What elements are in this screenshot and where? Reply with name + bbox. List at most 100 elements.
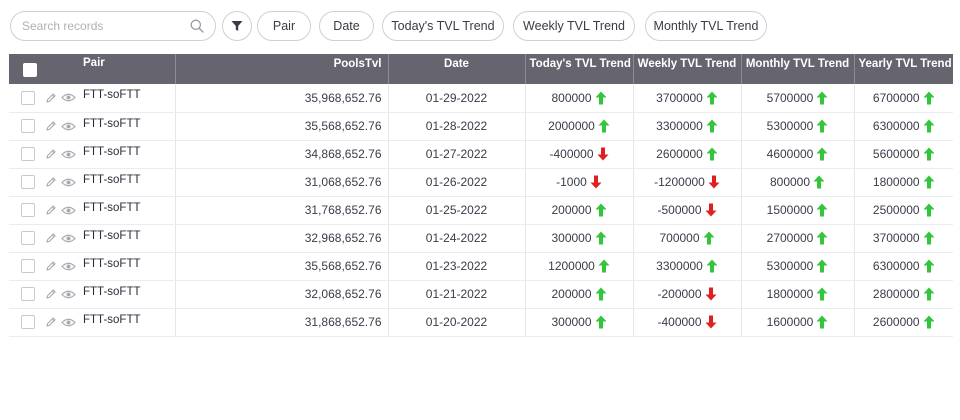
cell-monthly-tvl-trend-value: 800000 [769, 175, 811, 189]
arrow-up-icon [923, 287, 935, 301]
row-checkbox[interactable] [21, 231, 35, 245]
row-checkbox[interactable] [21, 315, 35, 329]
cell-todays-tvl-trend-value: -400000 [549, 147, 594, 161]
cell-weekly-tvl-trend-value: -200000 [657, 287, 702, 301]
cell-poolstvl: 35,568,652.76 [175, 252, 389, 281]
row-controls: FTT-soFTT [9, 280, 176, 309]
arrow-down-icon [705, 287, 717, 301]
chip-weekly-tvl-trend[interactable]: Weekly TVL Trend [513, 11, 635, 41]
row-checkbox[interactable] [21, 287, 35, 301]
cell-weekly-tvl-trend-value: 3300000 [656, 119, 703, 133]
search-input[interactable] [22, 19, 189, 33]
table-row[interactable]: FTT-soFTT 34,868,652.76 01-27-2022 -400000 2… [9, 140, 953, 169]
eye-icon[interactable] [61, 149, 76, 160]
cell-todays-tvl-trend: 800000 [525, 84, 634, 113]
cell-pair: FTT-soFTT [83, 145, 141, 158]
cell-weekly-tvl-trend: 3300000 [633, 252, 742, 281]
table-row[interactable]: FTT-soFTT 31,768,652.76 01-25-2022 200000 -5… [9, 196, 953, 225]
filter-button[interactable] [222, 11, 252, 41]
header-date[interactable]: Date [388, 54, 526, 84]
chip-date[interactable]: Date [319, 11, 374, 41]
arrow-up-icon [595, 287, 607, 301]
cell-pair: FTT-soFTT [83, 313, 141, 326]
pencil-icon[interactable] [45, 148, 57, 160]
eye-icon[interactable] [61, 317, 76, 328]
pencil-icon[interactable] [45, 204, 57, 216]
row-controls: FTT-soFTT [9, 308, 176, 337]
table-row[interactable]: FTT-soFTT 35,568,652.76 01-23-2022 1200000 3… [9, 252, 953, 281]
cell-yearly-tvl-trend: 6300000 [854, 112, 953, 141]
arrow-up-icon [923, 315, 935, 329]
arrow-up-icon [595, 203, 607, 217]
select-all-checkbox[interactable] [23, 63, 37, 77]
arrow-up-icon [923, 259, 935, 273]
eye-icon[interactable] [61, 261, 76, 272]
pencil-icon[interactable] [45, 176, 57, 188]
pencil-icon[interactable] [45, 232, 57, 244]
search-icon[interactable] [189, 18, 205, 34]
eye-icon[interactable] [61, 177, 76, 188]
row-checkbox[interactable] [21, 147, 35, 161]
arrow-up-icon [923, 119, 935, 133]
cell-poolstvl: 32,068,652.76 [175, 280, 389, 309]
cell-weekly-tvl-trend-value: -400000 [657, 315, 702, 329]
cell-monthly-tvl-trend: 1600000 [741, 308, 855, 337]
header-pair-label: Pair [83, 57, 105, 69]
row-checkbox[interactable] [21, 259, 35, 273]
cell-date: 01-21-2022 [388, 280, 526, 309]
pencil-icon[interactable] [45, 120, 57, 132]
eye-icon[interactable] [61, 121, 76, 132]
chip-pair[interactable]: Pair [257, 11, 311, 41]
table-body: FTT-soFTT 35,968,652.76 01-29-2022 800000 37… [9, 84, 953, 337]
cell-todays-tvl-trend: 2000000 [525, 112, 634, 141]
cell-todays-tvl-trend: 300000 [525, 224, 634, 253]
row-checkbox[interactable] [21, 203, 35, 217]
cell-date: 01-24-2022 [388, 224, 526, 253]
header-poolstvl[interactable]: PoolsTvl [175, 54, 389, 84]
records-table: Pair PoolsTvl Date Today's TVL Trend Wee… [9, 54, 953, 337]
cell-poolstvl: 31,768,652.76 [175, 196, 389, 225]
header-weekly-tvl-trend[interactable]: Weekly TVL Trend [633, 54, 742, 84]
cell-yearly-tvl-trend: 2600000 [854, 308, 953, 337]
cell-weekly-tvl-trend: -500000 [633, 196, 742, 225]
table-row[interactable]: FTT-soFTT 35,968,652.76 01-29-2022 800000 37… [9, 84, 953, 113]
arrow-down-icon [597, 147, 609, 161]
cell-weekly-tvl-trend-value: 3300000 [656, 259, 703, 273]
chip-monthly-tvl-trend[interactable]: Monthly TVL Trend [645, 11, 767, 41]
header-yearly-tvl-trend[interactable]: Yearly TVL Trend [854, 54, 953, 84]
cell-date: 01-27-2022 [388, 140, 526, 169]
pencil-icon[interactable] [45, 288, 57, 300]
eye-icon[interactable] [61, 92, 76, 103]
table-row[interactable]: FTT-soFTT 32,068,652.76 01-21-2022 200000 -2… [9, 280, 953, 309]
eye-icon[interactable] [61, 205, 76, 216]
row-checkbox[interactable] [21, 119, 35, 133]
cell-yearly-tvl-trend-value: 2800000 [872, 287, 920, 301]
arrow-up-icon [595, 231, 607, 245]
table-row[interactable]: FTT-soFTT 31,868,652.76 01-20-2022 300000 -4… [9, 308, 953, 337]
arrow-up-icon [816, 91, 828, 105]
cell-todays-tvl-trend-value: 800000 [551, 90, 592, 105]
row-checkbox[interactable] [21, 175, 35, 189]
pencil-icon[interactable] [45, 316, 57, 328]
arrow-up-icon [816, 315, 828, 329]
table-row[interactable]: FTT-soFTT 35,568,652.76 01-28-2022 2000000 3… [9, 112, 953, 141]
eye-icon[interactable] [61, 233, 76, 244]
toolbar: Pair Date Today's TVL Trend Weekly TVL T… [10, 11, 767, 41]
pencil-icon[interactable] [45, 260, 57, 272]
cell-pair: FTT-soFTT [83, 201, 141, 214]
chip-todays-tvl-trend[interactable]: Today's TVL Trend [382, 11, 504, 41]
table-row[interactable]: FTT-soFTT 31,068,652.76 01-26-2022 -1000 -12… [9, 168, 953, 197]
cell-yearly-tvl-trend: 5600000 [854, 140, 953, 169]
filter-icon [231, 20, 243, 32]
table-header-row: Pair PoolsTvl Date Today's TVL Trend Wee… [9, 54, 953, 84]
header-todays-tvl-trend[interactable]: Today's TVL Trend [525, 54, 634, 84]
eye-icon[interactable] [61, 289, 76, 300]
pencil-icon[interactable] [45, 92, 57, 104]
table-row[interactable]: FTT-soFTT 32,968,652.76 01-24-2022 300000 70… [9, 224, 953, 253]
search-box[interactable] [10, 11, 216, 41]
header-pair: Pair [9, 54, 176, 84]
arrow-up-icon [703, 231, 715, 245]
header-monthly-tvl-trend[interactable]: Monthly TVL Trend [741, 54, 855, 84]
cell-monthly-tvl-trend-value: 4600000 [766, 147, 814, 161]
row-checkbox[interactable] [21, 90, 35, 105]
